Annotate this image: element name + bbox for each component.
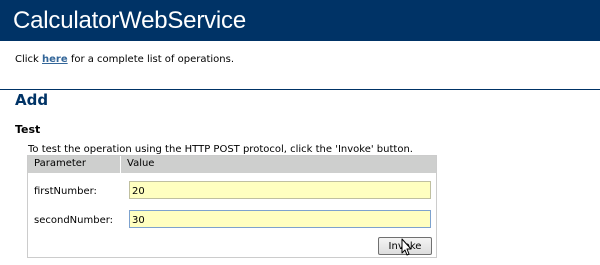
divider [0,89,600,90]
first-number-input[interactable] [129,181,431,199]
second-number-input[interactable] [129,210,431,228]
column-header-value: Value [127,158,155,169]
page-title: CalculatorWebService [13,7,246,34]
test-form: Parameter Value firstNumber: secondNumbe… [27,155,437,258]
column-separator [120,156,121,173]
form-header-row: Parameter Value [28,156,436,173]
operation-title: Add [15,91,49,109]
intro-text: Click here for a complete list of operat… [15,54,234,65]
intro-prefix: Click [15,54,43,65]
column-header-parameter: Parameter [34,158,87,169]
header-banner: CalculatorWebService [0,0,600,41]
test-instructions: To test the operation using the HTTP POS… [28,144,413,155]
second-number-label: secondNumber: [34,215,114,226]
mouse-pointer-icon [401,238,412,256]
section-title: Test [15,123,41,136]
intro-suffix: for a complete list of operations. [67,54,235,65]
operations-list-link[interactable]: here [42,54,68,65]
first-number-label: firstNumber: [34,186,97,197]
